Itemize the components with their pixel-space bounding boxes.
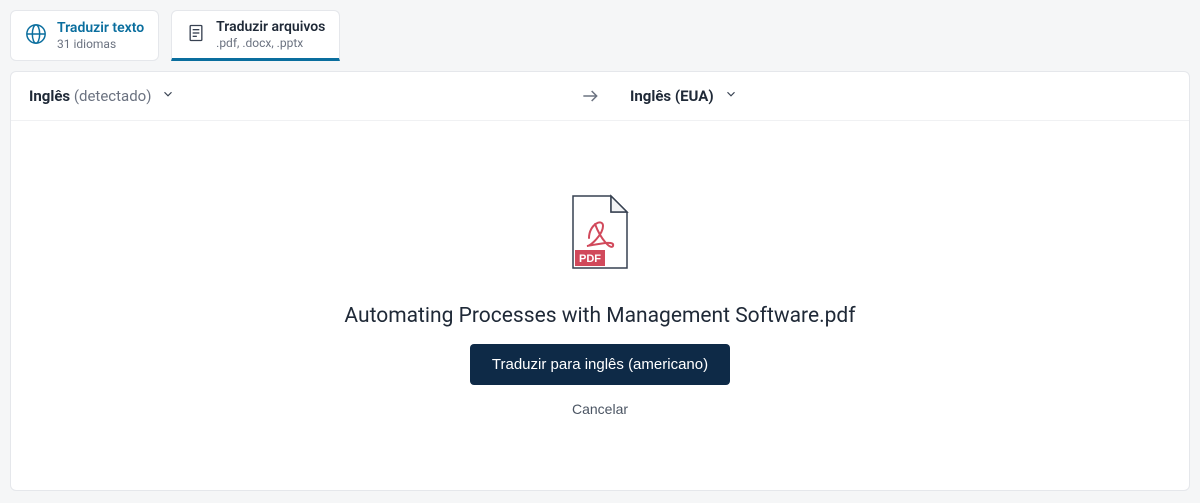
- tab-translate-text[interactable]: Traduzir texto 31 idiomas: [10, 10, 159, 61]
- tab-files-subtitle: .pdf, .docx, .pptx: [216, 36, 325, 50]
- chevron-down-icon: [720, 87, 738, 105]
- tab-text-title: Traduzir texto: [57, 20, 144, 37]
- svg-text:PDF: PDF: [579, 253, 601, 265]
- tab-files-title: Traduzir arquivos: [216, 19, 325, 36]
- chevron-down-icon: [157, 87, 175, 105]
- translate-button[interactable]: Traduzir para inglês (americano): [470, 344, 730, 385]
- tab-bar: Traduzir texto 31 idiomas Traduzir arqui…: [0, 0, 1200, 61]
- source-language-selector[interactable]: Inglês (detectado): [29, 87, 570, 105]
- document-icon: [186, 23, 206, 47]
- file-content-area: PDF Automating Processes with Management…: [11, 121, 1189, 490]
- swap-arrow: [570, 86, 610, 106]
- source-language-detected: (detectado): [70, 87, 151, 105]
- target-language-selector[interactable]: Inglês (EUA): [610, 87, 1171, 105]
- target-language-label: Inglês (EUA): [630, 87, 714, 105]
- translate-panel: Inglês (detectado) Inglês (EUA): [10, 71, 1190, 491]
- source-language-label: Inglês: [29, 87, 70, 105]
- file-name: Automating Processes with Management Sof…: [344, 304, 855, 328]
- pdf-file-icon: PDF: [569, 194, 631, 276]
- language-bar: Inglês (detectado) Inglês (EUA): [11, 72, 1189, 121]
- tab-translate-files[interactable]: Traduzir arquivos .pdf, .docx, .pptx: [171, 10, 340, 61]
- globe-icon: [25, 23, 47, 49]
- tab-text-subtitle: 31 idiomas: [57, 37, 144, 51]
- cancel-button[interactable]: Cancelar: [572, 401, 628, 417]
